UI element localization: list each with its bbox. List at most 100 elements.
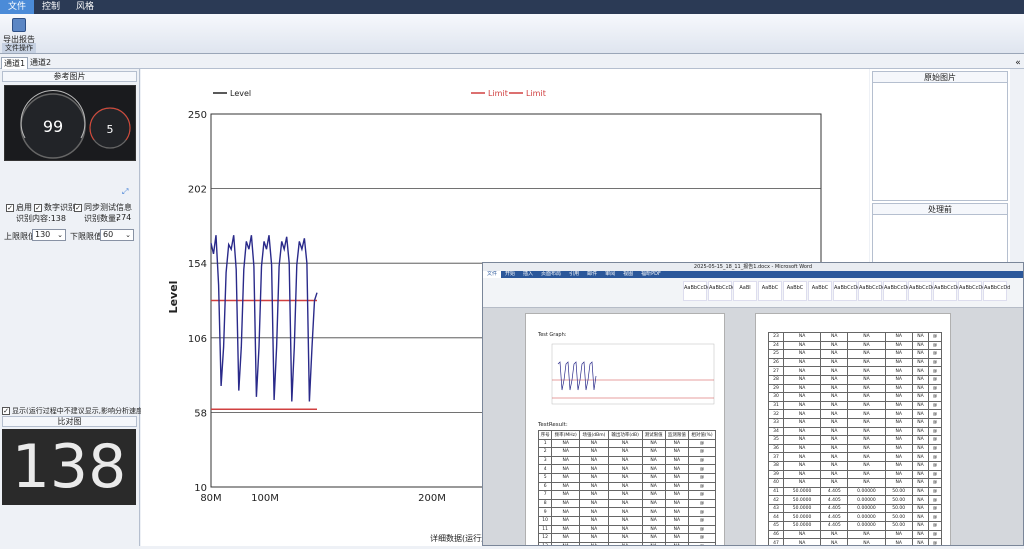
table-header-cell: 测试限值	[641, 430, 666, 440]
table-cell: @	[688, 481, 716, 492]
menu-file[interactable]: 文件	[0, 0, 35, 14]
word-style-item[interactable]: AaBl	[733, 281, 757, 301]
menu-control[interactable]: 控制	[34, 0, 68, 14]
enable-checkbox[interactable]: ✓ 启用	[6, 202, 32, 213]
table-cell: NA	[607, 524, 643, 535]
compare-image-value: 138	[2, 429, 136, 505]
table-header-cell: 输出功率(dB)	[607, 430, 643, 440]
table-cell: NA	[884, 332, 913, 342]
table-cell: @	[928, 400, 942, 411]
table-cell: NA	[911, 357, 930, 368]
table-cell: 35	[768, 435, 784, 445]
table-cell: 38	[768, 460, 784, 471]
table-cell: NA	[911, 495, 930, 505]
table-cell: NA	[820, 340, 849, 351]
word-style-item[interactable]: AaBbC	[808, 281, 832, 301]
table-cell: NA	[641, 541, 666, 545]
table-cell: NA	[607, 472, 643, 483]
table-cell: NA	[664, 541, 690, 545]
table-cell: NA	[551, 438, 581, 449]
table-cell: NA	[607, 481, 643, 492]
expand-icon[interactable]: ⤢	[122, 187, 128, 197]
table-cell: NA	[847, 349, 886, 359]
word-tab-file[interactable]: 文件	[483, 271, 502, 278]
word-style-item[interactable]: AaBbCcDd	[833, 281, 860, 301]
collapse-right-icon[interactable]: «	[1012, 57, 1024, 69]
word-tab-layout[interactable]: 页面布局	[537, 271, 565, 278]
word-tab-references[interactable]: 引用	[565, 271, 583, 278]
word-style-item[interactable]: AaBbCcDd	[958, 281, 985, 301]
table-cell: NA	[820, 409, 849, 419]
word-style-item[interactable]: AaBbCcDd	[683, 281, 710, 301]
table-cell: NA	[782, 478, 822, 488]
lower-limit-select[interactable]: 60 ⌄	[100, 229, 134, 241]
tab-channel-2[interactable]: 通道2	[28, 57, 53, 69]
table-cell: NA	[884, 469, 913, 480]
dashboard-image: 99 5	[5, 86, 135, 160]
word-style-item[interactable]: AaBbCcDd	[983, 281, 1010, 301]
x-tick-label: 80M	[200, 493, 221, 504]
table-row: 42 50.0000 4.405 0.00000 50.00 NA @	[768, 495, 942, 505]
table-cell: @	[688, 507, 716, 517]
table-cell: 50.0000	[782, 521, 822, 531]
table-cell: NA	[607, 447, 643, 457]
word-tab-view[interactable]: 视图	[619, 271, 637, 278]
sync-test-info-checkbox[interactable]: ✓ 同步测试信息	[74, 202, 132, 213]
word-tab-mailings[interactable]: 邮件	[583, 271, 601, 278]
lower-limit-value: 60	[103, 230, 114, 239]
table-row: 7 NA NA NA NA NA @	[537, 490, 716, 500]
show-checkbox[interactable]: ✓ 显示(运行过程中不建议显示,影响分析速度)	[2, 406, 146, 416]
table-cell: 4.405	[820, 521, 849, 531]
table-cell: 24	[768, 340, 784, 351]
table-cell: NA	[911, 426, 930, 437]
table-header-cell: 序号	[537, 430, 553, 440]
word-style-item[interactable]: AaBbCcDd	[883, 281, 910, 301]
table-cell: 42	[768, 495, 784, 505]
table-cell: NA	[847, 529, 886, 540]
table-cell: NA	[607, 464, 643, 474]
word-tab-insert[interactable]: 插入	[519, 271, 537, 278]
table-cell: NA	[551, 515, 581, 526]
word-style-item[interactable]: AaBbCcDd	[858, 281, 885, 301]
digit-recognition-checkbox[interactable]: ✓ 数字识别	[34, 202, 76, 213]
table-cell: NA	[847, 374, 886, 385]
table-cell: NA	[782, 435, 822, 445]
word-style-item[interactable]: AaBbC	[783, 281, 807, 301]
table-row: 8 NA NA NA NA NA @	[537, 498, 716, 509]
chart-legend: Level Limit Limit	[213, 89, 546, 98]
table-cell: @	[928, 460, 942, 471]
table-cell: NA	[664, 464, 690, 474]
table-cell: NA	[847, 426, 886, 437]
word-style-item[interactable]: AaBbCcDd	[933, 281, 960, 301]
word-style-item[interactable]: AaBbCcDd	[708, 281, 735, 301]
menu-style[interactable]: 风格	[68, 0, 102, 14]
reference-image-title: 参考图片	[2, 71, 137, 82]
upper-limit-select[interactable]: 130 ⌄	[32, 229, 66, 241]
table-cell: NA	[664, 472, 690, 483]
table-row: 9 NA NA NA NA NA @	[537, 507, 716, 517]
table-cell: NA	[884, 529, 913, 540]
table-cell: NA	[820, 452, 849, 462]
enable-label: 启用	[16, 203, 32, 212]
table-header-row: 序号 频率(MHz) 场强(dBm) 输出功率(dB) 测试限值 监测限值 相对值(%)	[537, 430, 716, 440]
table-cell: NA	[884, 409, 913, 419]
table-cell: NA	[641, 455, 666, 466]
table-cell: NA	[884, 460, 913, 471]
word-style-item[interactable]: AaBbCcDd	[908, 281, 935, 301]
table-cell: NA	[911, 374, 930, 385]
table-cell: NA	[911, 503, 930, 514]
table-cell: NA	[911, 366, 930, 376]
word-tab-review[interactable]: 审阅	[601, 271, 619, 278]
table-cell: NA	[607, 541, 643, 545]
x-tick-label: 200M	[418, 493, 446, 504]
word-tab-home[interactable]: 开始	[501, 271, 519, 278]
table-cell: 30	[768, 392, 784, 402]
table-cell: @	[688, 498, 716, 509]
word-style-item[interactable]: AaBbC	[758, 281, 782, 301]
table-cell: @	[688, 533, 716, 543]
tab-channel-1[interactable]: 通道1	[1, 57, 29, 69]
table-cell: NA	[641, 447, 666, 457]
table-row: 23 NA NA NA NA NA @	[768, 332, 942, 342]
word-tab-pdf[interactable]: 福昕PDF	[637, 271, 665, 278]
table-cell: NA	[820, 426, 849, 437]
